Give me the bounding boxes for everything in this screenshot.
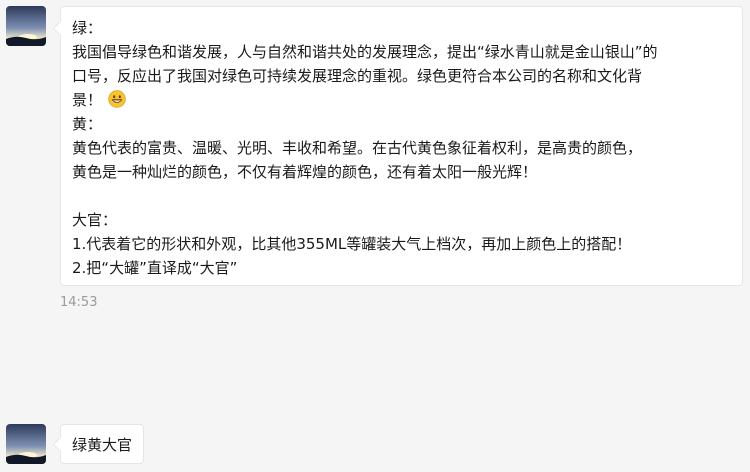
message-line: 口号，反应出了我国对绿色可持续发展理念的重视。绿色更符合本公司的名称和文化背 xyxy=(72,67,643,85)
message-line: 黄色代表的富贵、温暖、光明、丰收和希望。在古代黄色象征着权利，是高贵的颜色， xyxy=(72,139,643,157)
message-line: 2.把“大罐”直译成“大官” xyxy=(72,259,238,277)
message-line: 大官： xyxy=(72,211,118,229)
message-timestamp: 14:53 xyxy=(60,295,98,310)
message-line-blank xyxy=(72,184,732,208)
message-text: 绿黄大官 xyxy=(72,436,133,454)
message-line-with-emoji: 景！ xyxy=(72,88,732,112)
sunset-avatar-image xyxy=(6,6,46,46)
message-line: 黄色是一种灿烂的颜色，不仅有着辉煌的颜色，还有着太阳一般光辉！ xyxy=(72,163,538,181)
message-bubble[interactable]: 绿黄大官 xyxy=(60,424,145,464)
grinning-face-emoji-icon xyxy=(108,90,126,108)
message-line-text: 景！ xyxy=(72,91,103,109)
sender-avatar[interactable] xyxy=(6,6,46,46)
sunset-avatar-image xyxy=(6,424,46,464)
message-line: 黄： xyxy=(72,115,103,133)
message-bubble[interactable]: 绿： 我国倡导绿色和谐发展，人与自然和谐共处的发展理念，提出“绿水青山就是金山银… xyxy=(60,6,743,286)
message-line: 1.代表着它的形状和外观，比其他355ML等罐装大气上档次，再加上颜色上的搭配！ xyxy=(72,235,632,253)
message-line: 绿： xyxy=(72,19,103,37)
chat-history: 绿： 我国倡导绿色和谐发展，人与自然和谐共处的发展理念，提出“绿水青山就是金山银… xyxy=(0,0,750,472)
sender-avatar[interactable] xyxy=(6,424,46,464)
message-line: 我国倡导绿色和谐发展，人与自然和谐共处的发展理念，提出“绿水青山就是金山银山”的 xyxy=(72,43,658,61)
